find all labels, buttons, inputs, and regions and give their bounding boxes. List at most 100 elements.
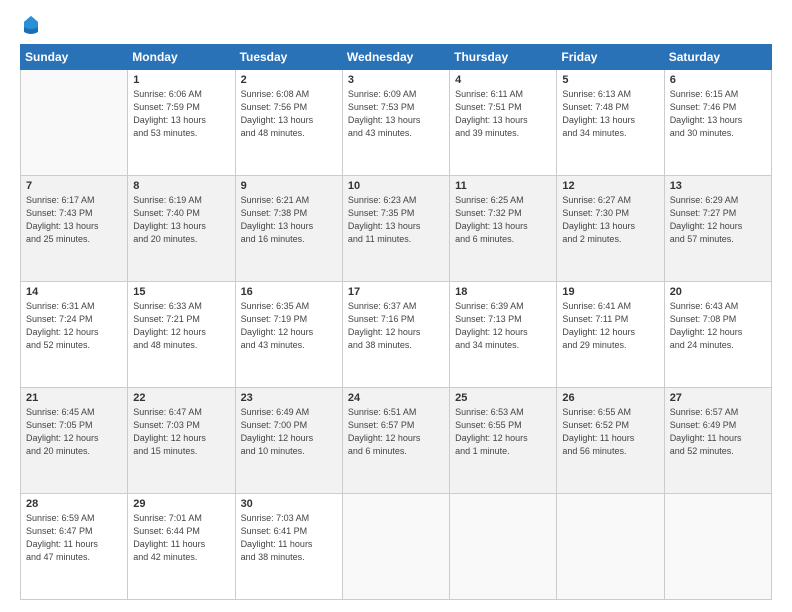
day-info: Sunrise: 6:17 AM Sunset: 7:43 PM Dayligh… xyxy=(26,194,122,246)
calendar-cell: 10 Sunrise: 6:23 AM Sunset: 7:35 PM Dayli… xyxy=(342,176,449,282)
calendar-cell: 20 Sunrise: 6:43 AM Sunset: 7:08 PM Dayli… xyxy=(664,282,771,388)
day-info: Sunrise: 6:57 AM Sunset: 6:49 PM Dayligh… xyxy=(670,406,766,458)
day-info: Sunrise: 6:43 AM Sunset: 7:08 PM Dayligh… xyxy=(670,300,766,352)
calendar-cell: 12 Sunrise: 6:27 AM Sunset: 7:30 PM Dayli… xyxy=(557,176,664,282)
day-info: Sunrise: 7:03 AM Sunset: 6:41 PM Dayligh… xyxy=(241,512,337,564)
calendar-table: SundayMondayTuesdayWednesdayThursdayFrid… xyxy=(20,44,772,600)
day-info: Sunrise: 6:53 AM Sunset: 6:55 PM Dayligh… xyxy=(455,406,551,458)
calendar-cell: 2Sunrise: 6:08 AM Sunset: 7:56 PM Daylig… xyxy=(235,70,342,176)
day-info: Sunrise: 6:06 AM Sunset: 7:59 PM Dayligh… xyxy=(133,88,229,140)
logo xyxy=(20,18,40,34)
day-info: Sunrise: 6:31 AM Sunset: 7:24 PM Dayligh… xyxy=(26,300,122,352)
day-number: 6 xyxy=(670,74,766,86)
day-header: Tuesday xyxy=(235,45,342,70)
day-number: 14 xyxy=(26,286,122,298)
day-number: 5 xyxy=(562,74,658,86)
day-info: Sunrise: 6:55 AM Sunset: 6:52 PM Dayligh… xyxy=(562,406,658,458)
calendar-cell: 11Sunrise: 6:25 AM Sunset: 7:32 PM Dayli… xyxy=(450,176,557,282)
calendar-header-row: SundayMondayTuesdayWednesdayThursdayFrid… xyxy=(21,45,772,70)
day-number: 10 xyxy=(348,180,444,192)
day-info: Sunrise: 6:15 AM Sunset: 7:46 PM Dayligh… xyxy=(670,88,766,140)
calendar-cell: 9Sunrise: 6:21 AM Sunset: 7:38 PM Daylig… xyxy=(235,176,342,282)
day-number: 17 xyxy=(348,286,444,298)
header xyxy=(20,18,772,34)
calendar-cell: 16 Sunrise: 6:35 AM Sunset: 7:19 PM Dayli… xyxy=(235,282,342,388)
day-number: 9 xyxy=(241,180,337,192)
day-number: 2 xyxy=(241,74,337,86)
day-header: Saturday xyxy=(664,45,771,70)
calendar-week-row: 28 Sunrise: 6:59 AM Sunset: 6:47 PM Dayli… xyxy=(21,494,772,600)
calendar-week-row: 7 Sunrise: 6:17 AM Sunset: 7:43 PM Daylig… xyxy=(21,176,772,282)
day-info: Sunrise: 6:47 AM Sunset: 7:03 PM Dayligh… xyxy=(133,406,229,458)
day-number: 19 xyxy=(562,286,658,298)
calendar-cell xyxy=(557,494,664,600)
calendar-cell: 1Sunrise: 6:06 AM Sunset: 7:59 PM Daylig… xyxy=(128,70,235,176)
day-number: 11 xyxy=(455,180,551,192)
day-info: Sunrise: 6:45 AM Sunset: 7:05 PM Dayligh… xyxy=(26,406,122,458)
calendar-cell: 28 Sunrise: 6:59 AM Sunset: 6:47 PM Dayli… xyxy=(21,494,128,600)
day-info: Sunrise: 6:19 AM Sunset: 7:40 PM Dayligh… xyxy=(133,194,229,246)
calendar-cell: 4 Sunrise: 6:11 AM Sunset: 7:51 PM Daylig… xyxy=(450,70,557,176)
day-number: 13 xyxy=(670,180,766,192)
calendar-cell xyxy=(450,494,557,600)
calendar-cell: 23Sunrise: 6:49 AM Sunset: 7:00 PM Dayli… xyxy=(235,388,342,494)
day-info: Sunrise: 6:13 AM Sunset: 7:48 PM Dayligh… xyxy=(562,88,658,140)
day-info: Sunrise: 6:59 AM Sunset: 6:47 PM Dayligh… xyxy=(26,512,122,564)
day-info: Sunrise: 6:09 AM Sunset: 7:53 PM Dayligh… xyxy=(348,88,444,140)
calendar-cell: 29 Sunrise: 7:01 AM Sunset: 6:44 PM Dayli… xyxy=(128,494,235,600)
day-number: 30 xyxy=(241,498,337,510)
calendar-cell xyxy=(342,494,449,600)
day-number: 8 xyxy=(133,180,229,192)
day-number: 18 xyxy=(455,286,551,298)
calendar-cell: 13 Sunrise: 6:29 AM Sunset: 7:27 PM Dayli… xyxy=(664,176,771,282)
day-header: Monday xyxy=(128,45,235,70)
calendar-cell: 14 Sunrise: 6:31 AM Sunset: 7:24 PM Dayli… xyxy=(21,282,128,388)
calendar-cell: 22Sunrise: 6:47 AM Sunset: 7:03 PM Dayli… xyxy=(128,388,235,494)
day-info: Sunrise: 6:35 AM Sunset: 7:19 PM Dayligh… xyxy=(241,300,337,352)
day-number: 29 xyxy=(133,498,229,510)
day-header: Friday xyxy=(557,45,664,70)
calendar-week-row: 1Sunrise: 6:06 AM Sunset: 7:59 PM Daylig… xyxy=(21,70,772,176)
day-header: Sunday xyxy=(21,45,128,70)
calendar-cell: 6 Sunrise: 6:15 AM Sunset: 7:46 PM Daylig… xyxy=(664,70,771,176)
page: SundayMondayTuesdayWednesdayThursdayFrid… xyxy=(0,0,792,612)
calendar-cell: 24 Sunrise: 6:51 AM Sunset: 6:57 PM Dayli… xyxy=(342,388,449,494)
calendar-cell xyxy=(664,494,771,600)
calendar-cell: 27 Sunrise: 6:57 AM Sunset: 6:49 PM Dayli… xyxy=(664,388,771,494)
day-number: 3 xyxy=(348,74,444,86)
day-header: Wednesday xyxy=(342,45,449,70)
day-header: Thursday xyxy=(450,45,557,70)
day-info: Sunrise: 7:01 AM Sunset: 6:44 PM Dayligh… xyxy=(133,512,229,564)
calendar-cell: 15Sunrise: 6:33 AM Sunset: 7:21 PM Dayli… xyxy=(128,282,235,388)
day-info: Sunrise: 6:11 AM Sunset: 7:51 PM Dayligh… xyxy=(455,88,551,140)
day-number: 28 xyxy=(26,498,122,510)
day-number: 21 xyxy=(26,392,122,404)
day-info: Sunrise: 6:23 AM Sunset: 7:35 PM Dayligh… xyxy=(348,194,444,246)
day-number: 20 xyxy=(670,286,766,298)
day-number: 24 xyxy=(348,392,444,404)
day-number: 25 xyxy=(455,392,551,404)
day-number: 16 xyxy=(241,286,337,298)
calendar-cell: 3 Sunrise: 6:09 AM Sunset: 7:53 PM Daylig… xyxy=(342,70,449,176)
day-info: Sunrise: 6:51 AM Sunset: 6:57 PM Dayligh… xyxy=(348,406,444,458)
calendar-cell: 18Sunrise: 6:39 AM Sunset: 7:13 PM Dayli… xyxy=(450,282,557,388)
day-info: Sunrise: 6:27 AM Sunset: 7:30 PM Dayligh… xyxy=(562,194,658,246)
logo-icon xyxy=(22,14,40,36)
day-number: 4 xyxy=(455,74,551,86)
day-number: 15 xyxy=(133,286,229,298)
calendar-cell: 17 Sunrise: 6:37 AM Sunset: 7:16 PM Dayli… xyxy=(342,282,449,388)
day-info: Sunrise: 6:37 AM Sunset: 7:16 PM Dayligh… xyxy=(348,300,444,352)
calendar-cell: 7 Sunrise: 6:17 AM Sunset: 7:43 PM Daylig… xyxy=(21,176,128,282)
day-info: Sunrise: 6:29 AM Sunset: 7:27 PM Dayligh… xyxy=(670,194,766,246)
calendar-cell: 26Sunrise: 6:55 AM Sunset: 6:52 PM Dayli… xyxy=(557,388,664,494)
calendar-week-row: 21 Sunrise: 6:45 AM Sunset: 7:05 PM Dayli… xyxy=(21,388,772,494)
calendar-cell: 19Sunrise: 6:41 AM Sunset: 7:11 PM Dayli… xyxy=(557,282,664,388)
calendar-cell: 21 Sunrise: 6:45 AM Sunset: 7:05 PM Dayli… xyxy=(21,388,128,494)
calendar-cell: 30 Sunrise: 7:03 AM Sunset: 6:41 PM Dayli… xyxy=(235,494,342,600)
day-number: 7 xyxy=(26,180,122,192)
day-info: Sunrise: 6:49 AM Sunset: 7:00 PM Dayligh… xyxy=(241,406,337,458)
calendar-week-row: 14 Sunrise: 6:31 AM Sunset: 7:24 PM Dayli… xyxy=(21,282,772,388)
calendar-cell: 5 Sunrise: 6:13 AM Sunset: 7:48 PM Daylig… xyxy=(557,70,664,176)
day-number: 12 xyxy=(562,180,658,192)
day-number: 27 xyxy=(670,392,766,404)
